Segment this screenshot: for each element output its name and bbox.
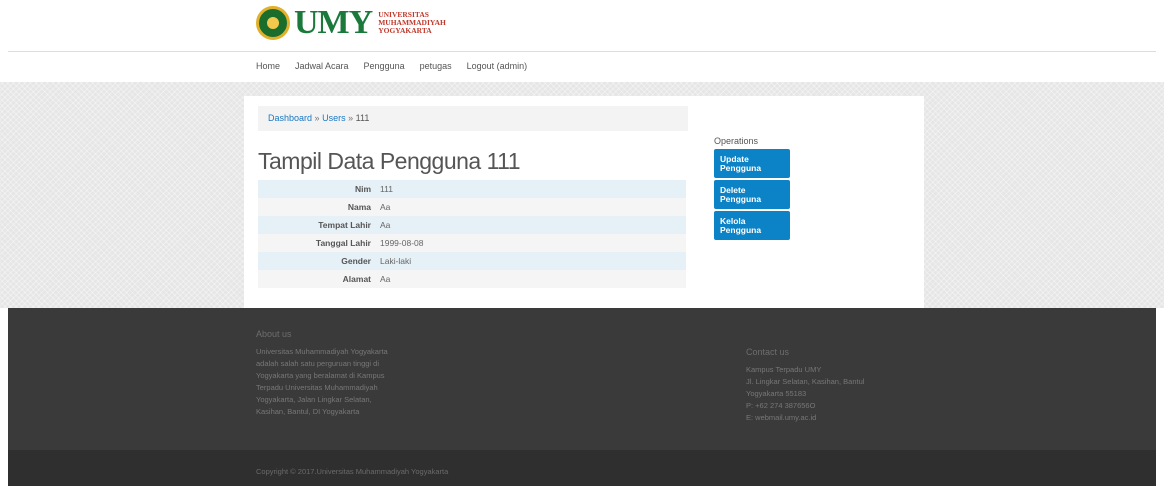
detail-row-nama: Nama Aa (258, 198, 686, 216)
nav-logout[interactable]: Logout (admin) (467, 61, 528, 71)
contact-title: Contact us (746, 347, 790, 357)
detail-value: Aa (380, 220, 391, 230)
about-line: Yogyakarta, Jalan Lingkar Selatan, (256, 395, 372, 404)
nav-jadwal-acara[interactable]: Jadwal Acara (295, 61, 349, 71)
contact-line: Yogyakarta 55183 (746, 389, 807, 398)
detail-view-table: Nim 111 Nama Aa Tempat Lahir Aa Tanggal … (258, 180, 686, 288)
detail-label: Tempat Lahir (318, 220, 371, 230)
detail-value: Aa (380, 274, 391, 284)
logo-text: UMY (294, 4, 373, 41)
delete-pengguna-button[interactable]: Delete Pengguna (714, 180, 790, 209)
operations-title: Operations (714, 136, 759, 146)
detail-row-alamat: Alamat Aa (258, 270, 686, 288)
detail-label: Nama (347, 202, 371, 212)
nav-pengguna[interactable]: Pengguna (364, 61, 405, 71)
about-line: Terpadu Universitas Muhammadiyah (256, 383, 378, 392)
main-content-area: Dashboard » Users » 111 Tampil Data Peng… (0, 82, 1164, 308)
about-line: Universitas Muhammadiyah Yogyakarta (256, 347, 388, 356)
main-nav: Home Jadwal Acara Pengguna petugas Logou… (0, 52, 1164, 82)
detail-row-gender: Gender Laki-laki (258, 252, 686, 270)
update-pengguna-button[interactable]: Update Pengguna (714, 149, 790, 178)
detail-row-tempat-lahir: Tempat Lahir Aa (258, 216, 686, 234)
detail-label: Gender (341, 256, 371, 266)
page-title: Tampil Data Pengguna 111 (258, 148, 521, 174)
breadcrumb: Dashboard » Users » 111 (258, 106, 688, 131)
detail-label: Tanggal Lahir (315, 238, 371, 248)
detail-label: Nim (354, 184, 371, 194)
detail-value: 111 (380, 184, 393, 194)
detail-row-tanggal-lahir: Tanggal Lahir 1999-08-08 (258, 234, 686, 252)
copyright-bar: Copyright © 2017.Universitas Muhammadiya… (8, 450, 1156, 486)
breadcrumb-separator: » (348, 113, 354, 123)
operations-menu: Operations Update Pengguna Delete Penggu… (714, 136, 794, 242)
umy-logo[interactable]: UMY UNIVERSITAS MUHAMMADIYAH YOGYAKARTA (256, 6, 446, 40)
site-footer: About us Universitas Muhammadiyah Yogyak… (8, 308, 1156, 486)
about-line: adalah salah satu perguruan tinggi di (256, 359, 380, 368)
contact-line: Kampus Terpadu UMY (746, 365, 822, 374)
about-title: About us (256, 329, 292, 339)
breadcrumb-current: 111 (355, 113, 370, 123)
contact-line: P: +62 274 387656O (746, 401, 816, 410)
kelola-pengguna-button[interactable]: Kelola Pengguna (714, 211, 790, 240)
content-panel: Dashboard » Users » 111 Tampil Data Peng… (244, 96, 924, 308)
detail-value: Aa (380, 202, 391, 212)
breadcrumb-users[interactable]: Users (322, 113, 346, 123)
nav-petugas[interactable]: petugas (420, 61, 452, 71)
breadcrumb-separator: » (314, 113, 320, 123)
footer-about: About us Universitas Muhammadiyah Yogyak… (256, 328, 416, 418)
breadcrumb-dashboard[interactable]: Dashboard (268, 113, 312, 123)
site-header: UMY UNIVERSITAS MUHAMMADIYAH YOGYAKARTA (0, 0, 1164, 52)
contact-line: E: webmail.umy.ac.id (746, 413, 817, 422)
footer-contact: Contact us Kampus Terpadu UMY Jl. Lingka… (746, 346, 916, 424)
detail-label: Alamat (342, 274, 371, 284)
nav-home[interactable]: Home (256, 61, 280, 71)
about-line: Kasihan, Bantul, DI Yogyakarta (256, 407, 360, 416)
detail-row-nim: Nim 111 (258, 180, 686, 198)
umy-emblem-icon (256, 6, 290, 40)
contact-line: Jl. Lingkar Selatan, Kasihan, Bantul (746, 377, 865, 386)
detail-value: Laki-laki (380, 256, 412, 266)
about-line: Yogyakarta yang beralamat di Kampus (256, 371, 385, 380)
detail-value: 1999-08-08 (380, 238, 424, 248)
logo-subtitle: UNIVERSITAS MUHAMMADIYAH YOGYAKARTA (378, 10, 446, 35)
copyright-text: Copyright © 2017.Universitas Muhammadiya… (256, 467, 449, 476)
